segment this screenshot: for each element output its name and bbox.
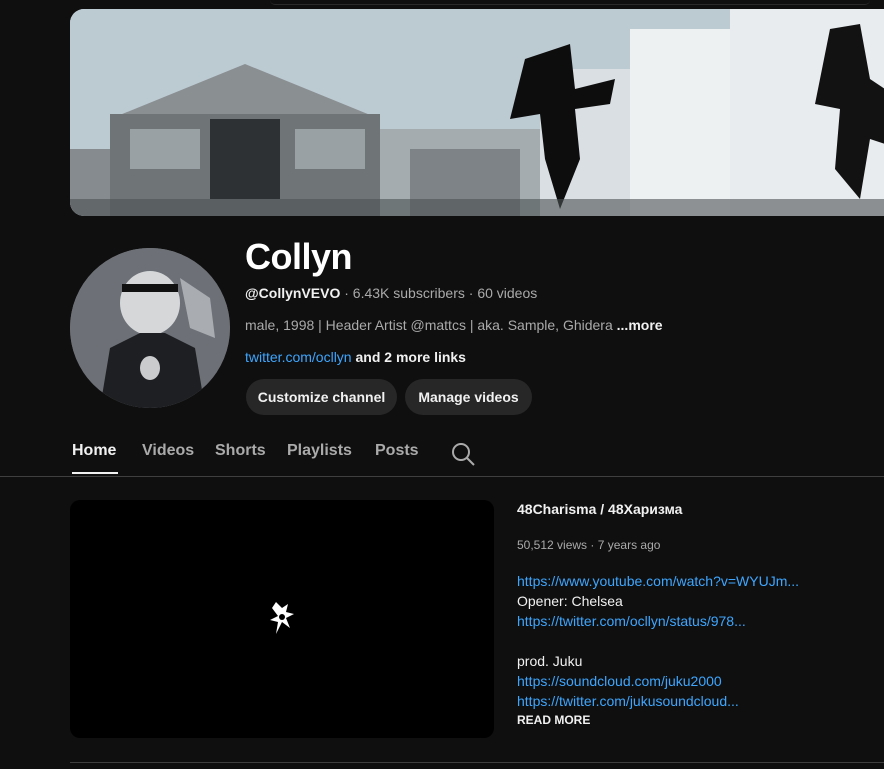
channel-handle: @CollynVEVO (245, 285, 341, 301)
channel-description: male, 1998 | Header Artist @mattcs | aka… (245, 317, 663, 333)
active-tab-indicator (72, 472, 118, 474)
description-link[interactable]: https://twitter.com/ocllyn/status/978... (517, 611, 799, 631)
channel-link[interactable]: twitter.com/ocllyn (245, 349, 352, 365)
meta-separator: · (340, 285, 353, 301)
description-link[interactable]: https://www.youtube.com/watch?v=WYUJm... (517, 571, 799, 591)
channel-banner (70, 9, 884, 216)
manage-videos-button[interactable]: Manage videos (405, 379, 532, 415)
channel-links: twitter.com/ocllyn and 2 more links (245, 349, 466, 365)
channel-meta: @CollynVEVO · 6.43K subscribers · 60 vid… (245, 285, 537, 301)
featured-video-stats: 50,512 views · 7 years ago (517, 538, 661, 552)
upload-age: 7 years ago (597, 538, 661, 552)
description-line: prod. Juku (517, 653, 583, 669)
view-count: 50,512 views (517, 538, 588, 552)
tab-shorts[interactable]: Shorts (215, 442, 266, 460)
top-edge-decoration (270, 0, 870, 5)
section-divider (70, 762, 884, 763)
channel-logo-icon (268, 600, 296, 638)
tab-videos[interactable]: Videos (142, 442, 194, 460)
featured-video-title[interactable]: 48Charisma / 48Харизма (517, 501, 682, 517)
description-line: Opener: Chelsea (517, 593, 623, 609)
channel-description-text: male, 1998 | Header Artist @mattcs | aka… (245, 317, 613, 333)
video-count: 60 videos (477, 285, 538, 301)
subscriber-count: 6.43K subscribers (352, 285, 465, 301)
featured-video-description: https://www.youtube.com/watch?v=WYUJm...… (517, 571, 799, 711)
read-more-button[interactable]: READ MORE (517, 713, 590, 727)
description-more-button[interactable]: ...more (617, 317, 663, 333)
meta-separator: · (464, 285, 478, 301)
tab-home[interactable]: Home (72, 442, 116, 460)
featured-video-player[interactable] (70, 500, 494, 738)
search-icon[interactable] (450, 441, 476, 467)
channel-avatar[interactable] (70, 248, 230, 408)
more-links-button[interactable]: and 2 more links (355, 349, 465, 365)
description-link[interactable]: https://soundcloud.com/juku2000 (517, 671, 799, 691)
tab-posts[interactable]: Posts (375, 442, 419, 460)
channel-tabs: Home Videos Shorts Playlists Posts (0, 430, 884, 477)
description-link[interactable]: https://twitter.com/jukusoundcloud... (517, 691, 799, 711)
channel-name: Collyn (245, 236, 353, 277)
customize-channel-button[interactable]: Customize channel (246, 379, 397, 415)
description-blank-line (517, 631, 799, 651)
tab-playlists[interactable]: Playlists (287, 442, 352, 460)
